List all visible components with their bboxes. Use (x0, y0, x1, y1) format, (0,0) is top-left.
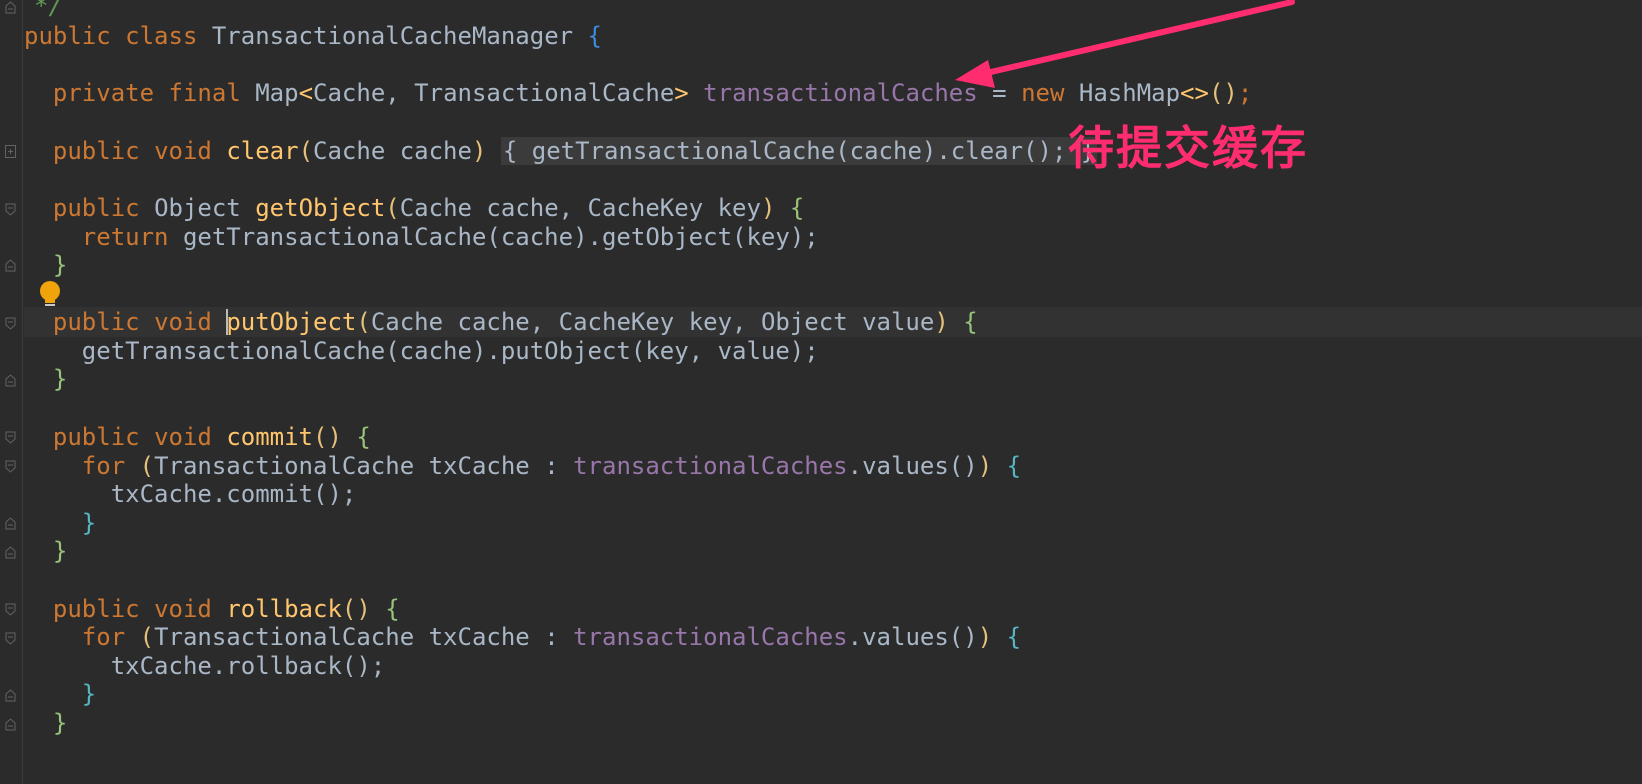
field-name: transactionalCaches (573, 623, 848, 651)
code-line[interactable]: getTransactionalCache(cache).putObject(k… (24, 336, 1642, 366)
method-name: clear (226, 137, 299, 165)
statement: txCache.commit(); (110, 480, 357, 508)
code-line[interactable]: } (24, 679, 1642, 709)
method-name: putObject (226, 308, 357, 336)
keyword: final (168, 79, 241, 107)
keyword: void (154, 423, 212, 451)
fold-start-icon[interactable] (5, 603, 16, 616)
code-line[interactable]: return getTransactionalCache(cache).getO… (24, 222, 1642, 252)
code-line[interactable]: for (TransactionalCache txCache : transa… (24, 622, 1642, 652)
fold-start-icon[interactable] (5, 317, 16, 330)
keyword: public (52, 595, 140, 623)
keyword: private (52, 79, 155, 107)
keyword: public (52, 423, 140, 451)
fold-end-icon[interactable] (5, 689, 16, 702)
editor-gutter[interactable] (0, 0, 23, 784)
params: Cache cache, CacheKey key, Object value (370, 308, 935, 336)
method-name: rollback (226, 595, 342, 623)
keyword: class (125, 22, 198, 50)
fold-end-icon[interactable] (5, 718, 16, 731)
field-name: transactionalCaches (703, 79, 978, 107)
method-name: commit (226, 423, 314, 451)
type-name: Object (154, 194, 241, 222)
keyword: void (154, 595, 212, 623)
keyword: for (81, 623, 126, 651)
fold-end-icon[interactable] (5, 517, 16, 530)
keyword: public (24, 22, 111, 50)
code-line[interactable]: public void clear(Cache cache) { getTran… (24, 136, 1642, 166)
keyword: public (52, 137, 140, 165)
code-line[interactable]: } (24, 364, 1642, 394)
keyword: void (154, 137, 212, 165)
method-call: .values() (847, 623, 978, 651)
fold-end-icon[interactable] (5, 1, 16, 14)
params: Cache cache (313, 137, 472, 165)
code-line[interactable]: } (24, 250, 1642, 280)
code-line[interactable]: for (TransactionalCache txCache : transa… (24, 451, 1642, 481)
class-name: TransactionalCacheManager (211, 22, 574, 50)
operator: = (992, 79, 1007, 107)
statement: getTransactionalCache(cache).getObject(k… (182, 223, 819, 251)
fold-start-icon[interactable] (5, 431, 16, 444)
code-line[interactable]: } (24, 508, 1642, 538)
code-line[interactable]: public void rollback() { (24, 594, 1642, 624)
method-call: .values() (847, 452, 978, 480)
code-line[interactable]: public void commit() { (24, 422, 1642, 452)
fold-end-icon[interactable] (5, 374, 16, 387)
code-editor[interactable]: */ public class TransactionalCacheManage… (0, 0, 1642, 784)
code-line[interactable]: } (24, 536, 1642, 566)
keyword: new (1021, 79, 1065, 107)
keyword: return (81, 223, 169, 251)
keyword: public (52, 308, 140, 336)
code-line[interactable]: public Object getObject(Cache cache, Cac… (24, 193, 1642, 223)
fold-start-icon[interactable] (5, 632, 16, 645)
statement: txCache.rollback(); (110, 652, 386, 680)
collapsed-body[interactable]: { getTransactionalCache(cache).clear(); … (500, 137, 1098, 165)
keyword: public (52, 194, 140, 222)
fold-start-icon[interactable] (5, 460, 16, 473)
loop-decl: TransactionalCache txCache : (154, 452, 574, 480)
code-line[interactable]: } (24, 708, 1642, 738)
type-name: Map (255, 79, 299, 107)
code-line[interactable]: txCache.commit(); (24, 479, 1642, 509)
brace: { (587, 22, 602, 50)
fold-end-icon[interactable] (5, 259, 16, 272)
method-name: getObject (255, 194, 386, 222)
generic-params: Cache, TransactionalCache (313, 79, 675, 107)
code-line[interactable]: public class TransactionalCacheManager { (24, 21, 1642, 51)
lightbulb-icon[interactable] (37, 280, 63, 310)
field-name: transactionalCaches (573, 452, 848, 480)
type-name: HashMap (1078, 79, 1181, 107)
keyword: for (81, 452, 126, 480)
params: Cache cache, CacheKey key (399, 194, 761, 222)
code-line[interactable]: */ (24, 0, 1642, 21)
comment-end: */ (34, 0, 63, 20)
loop-decl: TransactionalCache txCache : (154, 623, 574, 651)
fold-start-icon[interactable] (5, 203, 16, 216)
fold-collapsed-icon[interactable] (5, 145, 16, 158)
code-line[interactable]: private final Map<Cache, TransactionalCa… (24, 78, 1642, 108)
code-line[interactable]: txCache.rollback(); (24, 651, 1642, 681)
statement: getTransactionalCache(cache).putObject(k… (81, 337, 819, 365)
annotation-label: 待提交缓存 (1068, 121, 1308, 175)
code-line-current[interactable]: public void putObject(Cache cache, Cache… (24, 307, 1642, 337)
keyword: void (154, 308, 212, 336)
fold-end-icon[interactable] (5, 546, 16, 559)
